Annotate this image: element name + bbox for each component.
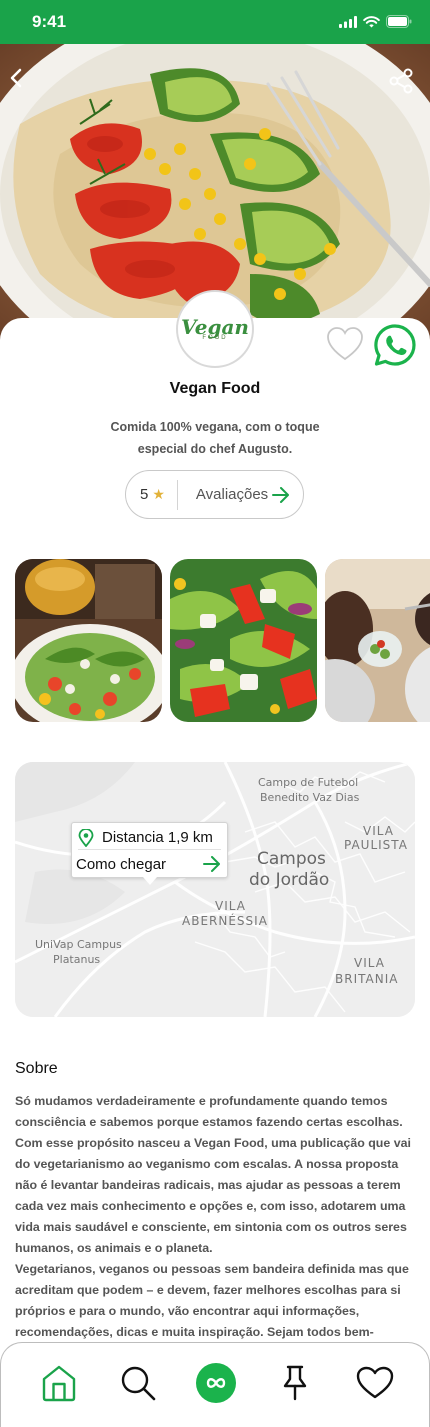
store-logo: Vegan FOOD <box>176 290 254 368</box>
map-label-abernessia-1: VILA <box>215 899 246 913</box>
gallery-photo[interactable] <box>325 559 430 722</box>
home-icon <box>42 1365 76 1402</box>
logo-word: Vegan <box>181 315 249 339</box>
map-label-britania-1: VILA <box>354 956 385 970</box>
rating-divider <box>176 479 178 510</box>
chevron-left-icon <box>10 68 22 88</box>
map-label-britania-2: BRITANIA <box>335 972 399 986</box>
gallery-photo[interactable] <box>170 559 317 722</box>
directions-link[interactable]: Como chegar <box>76 852 221 876</box>
map-info-card: Distancia 1,9 km Como chegar <box>71 822 228 878</box>
tab-saved[interactable] <box>275 1363 315 1403</box>
map-label-univap-2: Platanus <box>53 953 101 966</box>
location-map[interactable]: Campo de Futebol Benedito Vaz Dias VILA … <box>15 762 415 1017</box>
infinity-icon <box>196 1363 236 1403</box>
gallery-photo[interactable] <box>15 559 162 722</box>
rating-value: 5 <box>140 486 149 503</box>
tab-favorites[interactable] <box>355 1363 395 1403</box>
arrow-right-icon <box>272 486 290 503</box>
tab-home[interactable] <box>39 1363 79 1403</box>
map-label-vila-paulista-2: PAULISTA <box>344 838 408 852</box>
pin-icon <box>283 1365 307 1401</box>
map-label-city-2: do Jordão <box>249 870 330 890</box>
tab-discover[interactable] <box>196 1363 236 1403</box>
share-button[interactable] <box>388 68 414 94</box>
heart-outline-icon <box>327 327 363 361</box>
status-bar: 9:41 <box>0 0 430 44</box>
heart-icon <box>356 1366 394 1399</box>
tab-search[interactable] <box>118 1363 158 1403</box>
wifi-icon <box>363 15 380 27</box>
rating-pill[interactable]: 5 ★ Avaliações <box>125 470 304 519</box>
store-name: Vegan Food <box>169 380 261 397</box>
directions-label: Como chegar <box>76 855 167 873</box>
whatsapp-icon <box>374 324 416 366</box>
back-button[interactable] <box>6 64 26 92</box>
distance-label: Distancia 1,9 km <box>102 829 213 846</box>
star-icon: ★ <box>152 486 165 502</box>
bottom-tab-bar <box>0 1342 430 1427</box>
map-label-stadium: Campo de Futebol <box>258 776 359 789</box>
photo-gallery[interactable] <box>15 559 430 722</box>
signal-icon <box>339 15 357 28</box>
map-label-city-1: Campos <box>257 849 326 869</box>
location-pin-icon <box>78 828 94 847</box>
map-card-pointer <box>143 877 157 885</box>
arrow-right-icon <box>203 856 220 872</box>
search-icon <box>121 1366 156 1401</box>
reviews-link[interactable]: Avaliações <box>196 486 268 503</box>
status-icons <box>339 15 412 28</box>
status-time: 9:41 <box>32 12 67 31</box>
battery-icon <box>386 15 412 28</box>
map-label-vila-paulista-1: VILA <box>363 824 394 838</box>
map-label-stadium-2: Benedito Vaz Dias <box>260 791 360 804</box>
store-description: Comida 100% vegana, com o toque especial… <box>110 420 320 456</box>
whatsapp-button[interactable] <box>374 324 416 366</box>
share-icon <box>389 68 413 94</box>
favorite-button[interactable] <box>326 326 364 362</box>
distance-row: Distancia 1,9 km <box>78 826 221 850</box>
about-text: Só mudamos verdadeiramente e profundamen… <box>15 1091 415 1364</box>
map-label-univap-1: UniVap Campus <box>35 938 122 951</box>
about-title: Sobre <box>15 1060 58 1077</box>
about-paragraph: Só mudamos verdadeiramente e profundamen… <box>15 1094 411 1255</box>
map-label-abernessia-2: ABERNÉSSIA <box>182 914 268 928</box>
